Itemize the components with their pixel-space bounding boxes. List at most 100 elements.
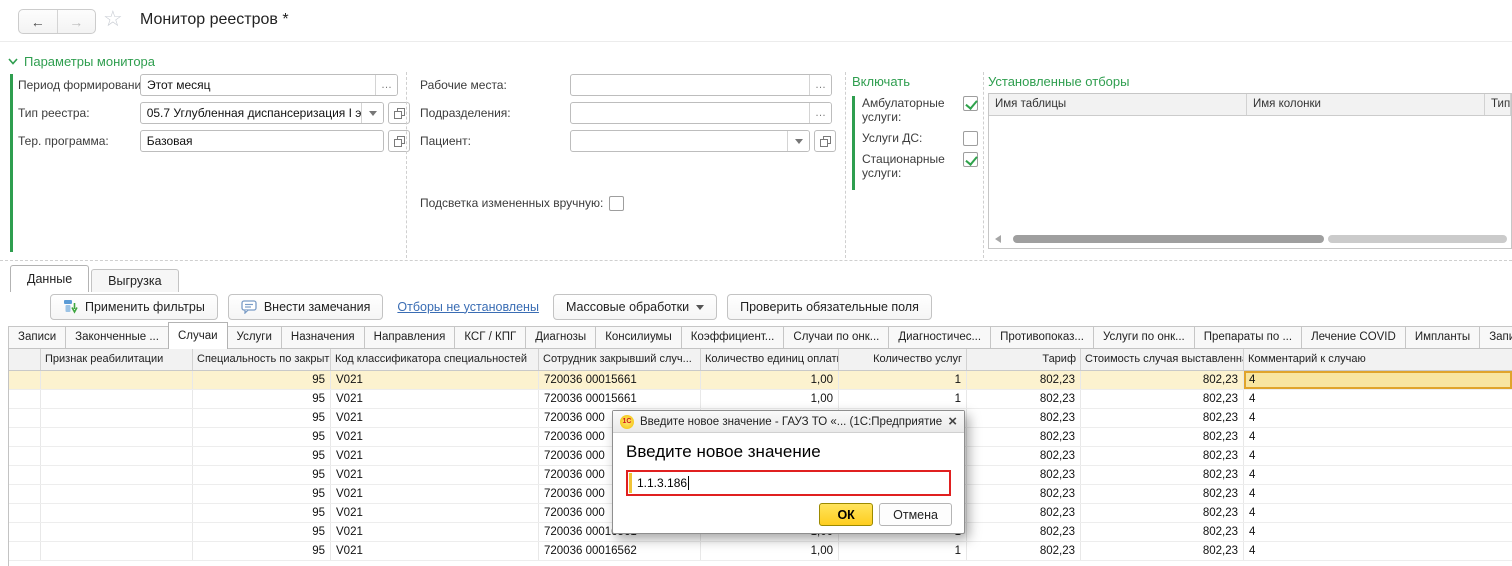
cell-rehab-flag[interactable] bbox=[41, 504, 193, 522]
cell-specialty[interactable]: 95 bbox=[193, 466, 331, 484]
data-tab-prescriptions[interactable]: Назначения bbox=[281, 326, 365, 348]
cell-specialty-code[interactable]: V021 bbox=[331, 466, 539, 484]
filters-column-comparison-type[interactable]: Тип с bbox=[1485, 94, 1511, 115]
cell-comment[interactable]: 4 bbox=[1244, 409, 1512, 427]
cell-specialty[interactable]: 95 bbox=[193, 504, 331, 522]
dialog-value-input[interactable]: 1.1.3.186 bbox=[626, 470, 951, 496]
column-header-specialty[interactable]: Специальность по закрытию bbox=[193, 349, 331, 370]
cell-specialty-code[interactable]: V021 bbox=[331, 485, 539, 503]
cell-tariff[interactable]: 802,23 bbox=[967, 485, 1081, 503]
cell-rehab-flag[interactable] bbox=[41, 390, 193, 408]
column-header-payment-units[interactable]: Количество единиц оплаты bbox=[701, 349, 839, 370]
registry-type-input[interactable]: 05.7 Углубленная диспансеризация I эта bbox=[140, 102, 384, 124]
period-input[interactable]: Этот месяц… bbox=[140, 74, 398, 96]
cell-selector[interactable] bbox=[9, 542, 41, 560]
table-row[interactable]: 95V021720036 000156611,001802,23802,234 bbox=[9, 371, 1512, 390]
cell-services-count[interactable]: 1 bbox=[839, 390, 967, 408]
cell-tariff[interactable]: 802,23 bbox=[967, 409, 1081, 427]
cell-case-cost[interactable]: 802,23 bbox=[1081, 466, 1244, 484]
cell-specialty-code[interactable]: V021 bbox=[331, 428, 539, 446]
data-tab-oncology-services[interactable]: Услуги по онк... bbox=[1093, 326, 1195, 348]
cell-specialty[interactable]: 95 bbox=[193, 485, 331, 503]
cell-specialty-code[interactable]: V021 bbox=[331, 371, 539, 389]
cell-selector[interactable] bbox=[9, 523, 41, 541]
cell-rehab-flag[interactable] bbox=[41, 523, 193, 541]
departments-input[interactable]: … bbox=[570, 102, 832, 124]
cell-specialty[interactable]: 95 bbox=[193, 390, 331, 408]
cell-services-count[interactable]: 1 bbox=[839, 371, 967, 389]
cell-comment[interactable]: 4 bbox=[1244, 466, 1512, 484]
registry-type-dropdown-button[interactable] bbox=[361, 103, 383, 123]
cell-comment[interactable]: 4 bbox=[1244, 390, 1512, 408]
cell-case-cost[interactable]: 802,23 bbox=[1081, 542, 1244, 560]
data-tab-records[interactable]: Записи bbox=[8, 326, 66, 348]
cell-tariff[interactable]: 802,23 bbox=[967, 371, 1081, 389]
apply-filters-button[interactable]: Применить фильтры bbox=[50, 294, 218, 320]
cell-case-cost[interactable]: 802,23 bbox=[1081, 504, 1244, 522]
cell-rehab-flag[interactable] bbox=[41, 428, 193, 446]
cell-services-count[interactable]: 1 bbox=[839, 542, 967, 560]
cell-employee[interactable]: 720036 00016562 bbox=[539, 542, 701, 560]
cell-specialty-code[interactable]: V021 bbox=[331, 523, 539, 541]
cell-employee[interactable]: 720036 00015661 bbox=[539, 390, 701, 408]
data-tab-contraindications[interactable]: Противопоказ... bbox=[990, 326, 1094, 348]
data-tab-diagnoses[interactable]: Диагнозы bbox=[525, 326, 596, 348]
patient-dropdown-button[interactable] bbox=[787, 131, 809, 151]
table-row[interactable]: 95V021720036 000156611,001802,23802,234 bbox=[9, 390, 1512, 409]
cell-tariff[interactable]: 802,23 bbox=[967, 390, 1081, 408]
cell-selector[interactable] bbox=[9, 428, 41, 446]
cell-comment[interactable]: 4 bbox=[1244, 371, 1512, 389]
cell-payment-units[interactable]: 1,00 bbox=[701, 390, 839, 408]
cell-selector[interactable] bbox=[9, 485, 41, 503]
ambulatory-services-checkbox[interactable] bbox=[963, 96, 978, 111]
params-section-header[interactable]: Параметры монитора bbox=[8, 54, 155, 69]
column-header-employee[interactable]: Сотрудник закрывший случ... bbox=[539, 349, 701, 370]
departments-ellipsis-button[interactable]: … bbox=[809, 103, 831, 123]
data-tab-drugs[interactable]: Препараты по ... bbox=[1194, 326, 1302, 348]
cell-specialty[interactable]: 95 bbox=[193, 542, 331, 560]
cell-specialty[interactable]: 95 bbox=[193, 428, 331, 446]
column-header-specialty-code[interactable]: Код классификатора специальностей bbox=[331, 349, 539, 370]
cell-tariff[interactable]: 802,23 bbox=[967, 466, 1081, 484]
cell-selector[interactable] bbox=[9, 409, 41, 427]
back-button[interactable]: ← bbox=[19, 10, 58, 33]
cell-case-cost[interactable]: 802,23 bbox=[1081, 523, 1244, 541]
column-header-case-cost[interactable]: Стоимость случая выставленная bbox=[1081, 349, 1244, 370]
inpatient-services-checkbox[interactable] bbox=[963, 152, 978, 167]
cell-specialty-code[interactable]: V021 bbox=[331, 542, 539, 560]
scrollbar-thumb[interactable] bbox=[1013, 235, 1324, 243]
cell-rehab-flag[interactable] bbox=[41, 542, 193, 560]
ter-program-input[interactable]: Базовая bbox=[140, 130, 384, 152]
column-header-services-count[interactable]: Количество услуг bbox=[839, 349, 967, 370]
data-tab-referrals[interactable]: Направления bbox=[364, 326, 456, 348]
data-tab-implants[interactable]: Импланты bbox=[1405, 326, 1480, 348]
cell-rehab-flag[interactable] bbox=[41, 447, 193, 465]
filters-hscrollbar[interactable] bbox=[993, 234, 1511, 244]
cell-payment-units[interactable]: 1,00 bbox=[701, 542, 839, 560]
filters-not-set-link[interactable]: Отборы не установлены bbox=[397, 300, 539, 314]
cell-tariff[interactable]: 802,23 bbox=[967, 428, 1081, 446]
data-tab-coefficients[interactable]: Коэффициент... bbox=[681, 326, 785, 348]
add-remarks-button[interactable]: Внести замечания bbox=[228, 294, 384, 320]
dialog-title-bar[interactable]: 1С Введите новое значение - ГАУЗ ТО «...… bbox=[613, 411, 964, 433]
cell-selector[interactable] bbox=[9, 371, 41, 389]
cell-comment[interactable]: 4 bbox=[1244, 447, 1512, 465]
cell-case-cost[interactable]: 802,23 bbox=[1081, 428, 1244, 446]
cell-case-cost[interactable]: 802,23 bbox=[1081, 409, 1244, 427]
filters-column-table-name[interactable]: Имя таблицы bbox=[989, 94, 1247, 115]
cell-selector[interactable] bbox=[9, 447, 41, 465]
cell-specialty-code[interactable]: V021 bbox=[331, 409, 539, 427]
cell-rehab-flag[interactable] bbox=[41, 409, 193, 427]
filters-column-column-name[interactable]: Имя колонки bbox=[1247, 94, 1485, 115]
workplaces-input[interactable]: … bbox=[570, 74, 832, 96]
cell-tariff[interactable]: 802,23 bbox=[967, 523, 1081, 541]
cell-case-cost[interactable]: 802,23 bbox=[1081, 390, 1244, 408]
cell-rehab-flag[interactable] bbox=[41, 466, 193, 484]
ok-button[interactable]: ОК bbox=[819, 503, 873, 526]
cell-rehab-flag[interactable] bbox=[41, 371, 193, 389]
cell-payment-units[interactable]: 1,00 bbox=[701, 371, 839, 389]
data-tab-cases[interactable]: Случаи bbox=[168, 322, 228, 349]
cell-tariff[interactable]: 802,23 bbox=[967, 504, 1081, 522]
cell-selector[interactable] bbox=[9, 466, 41, 484]
favorite-star-icon[interactable]: ☆ bbox=[103, 6, 123, 32]
